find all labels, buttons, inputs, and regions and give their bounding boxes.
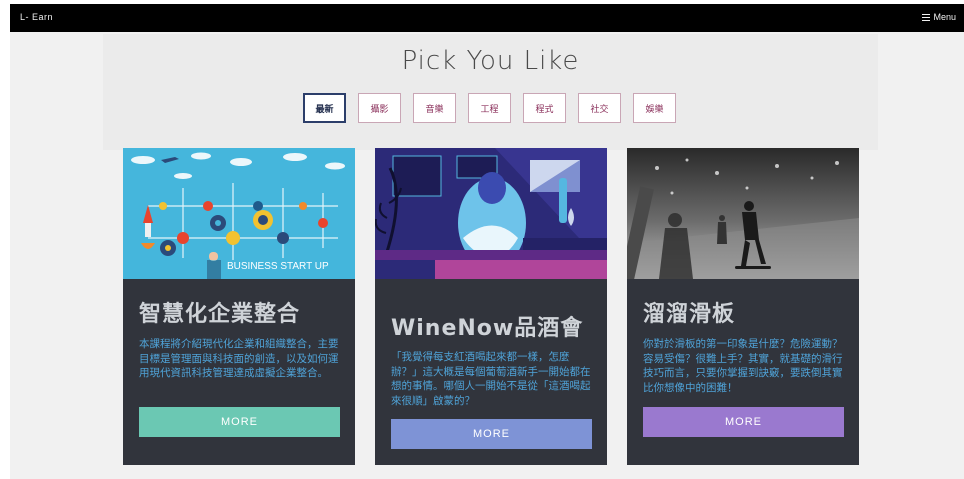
card-image-business: BUSINESS START UP (123, 148, 355, 279)
more-button[interactable]: MORE (391, 419, 592, 449)
card-description: 「我覺得每支紅酒喝起來都一樣，怎麼辦？」這大概是每個葡萄酒新手一開始都在想的事情… (391, 351, 591, 407)
brand-logo[interactable]: L- Earn (20, 12, 53, 22)
more-button[interactable]: MORE (139, 407, 340, 437)
tab-photography[interactable]: 攝影 (358, 93, 401, 123)
tab-social[interactable]: 社交 (578, 93, 621, 123)
menu-label: Menu (933, 12, 956, 22)
category-tabs: 最新 攝影 音樂 工程 程式 社交 娛樂 (303, 93, 688, 123)
image-caption: BUSINESS START UP (227, 261, 329, 272)
tab-music[interactable]: 音樂 (413, 93, 456, 123)
tab-latest[interactable]: 最新 (303, 93, 346, 123)
tab-entertainment[interactable]: 娛樂 (633, 93, 676, 123)
top-navbar: L- Earn Menu (10, 4, 964, 32)
card-title: 溜溜滑板 (643, 302, 736, 327)
more-button[interactable]: MORE (643, 407, 844, 437)
page-title: Pick You Like (401, 46, 580, 76)
tab-engineering[interactable]: 工程 (468, 93, 511, 123)
card-image-wine (375, 148, 607, 279)
card-description: 本課程將介紹現代化企業和組織整合，主要目標是管理面與科技面的創造，以及如何運用現… (139, 338, 339, 379)
card-description: 你對於滑板的第一印象是什麼？危險運動？容易受傷？很難上手？其實，就基礎的滑行技巧… (643, 338, 843, 394)
course-card-wine: WineNow品酒會 「我覺得每支紅酒喝起來都一樣，怎麼辦？」這大概是每個葡萄酒… (375, 148, 607, 465)
hero-section: Pick You Like 最新 攝影 音樂 工程 程式 社交 娛樂 (103, 34, 878, 150)
menu-button[interactable]: Menu (922, 12, 956, 22)
card-title: WineNow品酒會 (391, 316, 584, 341)
card-title: 智慧化企業整合 (139, 302, 301, 327)
course-card-business: BUSINESS START UP 智慧化企業整合 本課程將介紹現代化企業和組織… (123, 148, 355, 465)
tab-programming[interactable]: 程式 (523, 93, 566, 123)
course-card-skateboard: 溜溜滑板 你對於滑板的第一印象是什麼？危險運動？容易受傷？很難上手？其實，就基礎… (627, 148, 859, 465)
page-frame: L- Earn Menu Pick You Like 最新 攝影 音樂 工程 程… (10, 4, 964, 479)
hamburger-icon (922, 13, 931, 21)
card-image-skateboard (627, 148, 859, 279)
